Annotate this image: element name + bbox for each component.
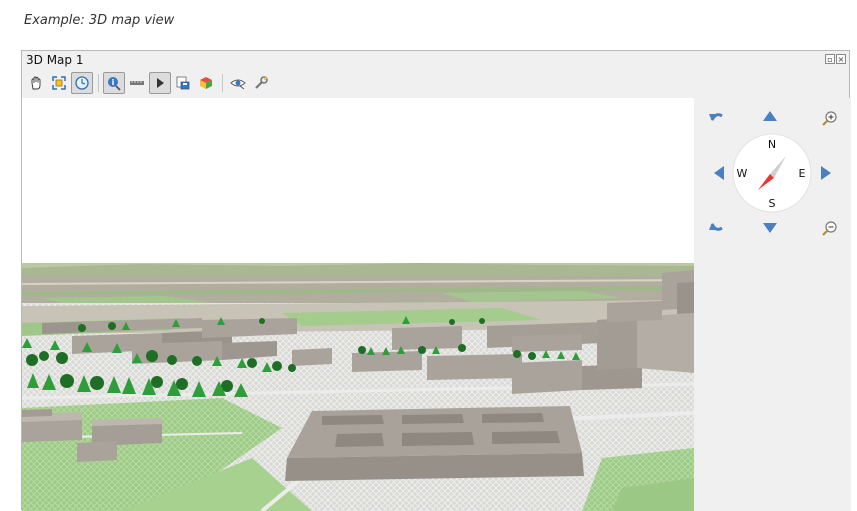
camera-control-icon[interactable] (71, 72, 93, 94)
pan-right-icon[interactable] (821, 166, 831, 180)
configure-wrench-icon[interactable] (250, 72, 272, 94)
tilt-up-icon[interactable] (763, 111, 777, 121)
figure-caption: Example: 3D map view (24, 13, 175, 28)
export-3d-scene-icon[interactable] (195, 72, 217, 94)
3d-map-window: 3D Map 1 ▫ × i N S E W (21, 50, 851, 511)
toolbar-separator (222, 74, 223, 92)
window-title: 3D Map 1 (26, 53, 84, 67)
pan-left-icon[interactable] (714, 166, 724, 180)
float-window-button[interactable]: ▫ (825, 54, 835, 64)
view-eye-icon[interactable] (227, 72, 249, 94)
sky (22, 98, 694, 268)
toolbar-separator (98, 74, 99, 92)
svg-text:i: i (112, 78, 115, 87)
zoom-in-icon[interactable] (822, 111, 837, 126)
compass-east-label: E (799, 167, 806, 180)
identify-icon[interactable]: i (103, 72, 125, 94)
map-toolbar: i (25, 70, 273, 96)
zoom-out-icon[interactable] (822, 221, 837, 236)
navigation-widget: N S E W (709, 111, 837, 236)
rotate-cw-icon[interactable] (709, 223, 723, 231)
close-window-button[interactable]: × (836, 54, 846, 64)
compass[interactable]: N S E W (732, 133, 812, 213)
compass-north-label: N (768, 138, 776, 151)
pan-hand-icon[interactable] (25, 72, 47, 94)
3d-scene (22, 98, 694, 511)
rotate-ccw-icon[interactable] (709, 113, 723, 121)
save-image-icon[interactable] (172, 72, 194, 94)
compass-south-label: S (769, 197, 776, 210)
window-titlebar[interactable]: 3D Map 1 ▫ × (22, 51, 849, 69)
navigation-panel: N S E W (694, 98, 851, 511)
animation-play-icon[interactable] (149, 72, 171, 94)
measure-line-icon[interactable] (126, 72, 148, 94)
compass-west-label: W (737, 167, 748, 180)
zoom-full-icon[interactable] (48, 72, 70, 94)
3d-map-canvas[interactable] (22, 98, 694, 511)
tilt-down-icon[interactable] (763, 223, 777, 233)
